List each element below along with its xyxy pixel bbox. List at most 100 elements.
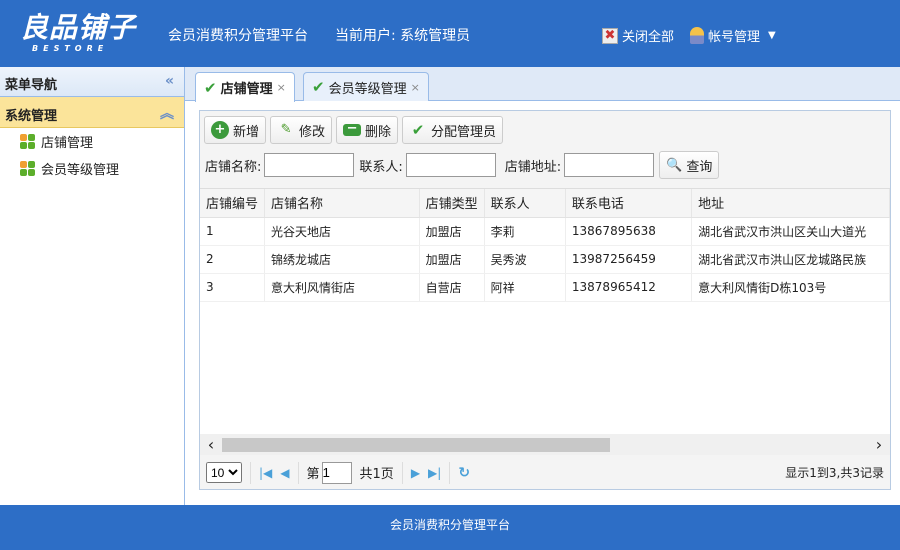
col-phone[interactable]: 联系电话: [565, 189, 693, 218]
table-cell: 3: [200, 273, 266, 302]
close-all-label: 关闭全部: [622, 30, 675, 45]
horizontal-scrollbar[interactable]: ‹ ›: [200, 434, 890, 455]
contact-input[interactable]: [405, 153, 496, 177]
divider: [297, 461, 299, 484]
sidebar-item-store[interactable]: 店铺管理: [0, 128, 184, 155]
table-cell: 13867895638: [565, 217, 693, 246]
close-icon: ✖: [602, 27, 618, 44]
search-icon: 🔍: [666, 157, 683, 173]
logo: 良品铺子: [20, 11, 137, 44]
table-cell: 湖北省武汉市洪山区关山大道光: [691, 217, 890, 246]
module-icon: [20, 161, 35, 176]
header: 良品铺子 BESTORE 会员消费积分管理平台 当前用户: 系统管理员 ✖ 关闭全…: [0, 0, 900, 67]
col-address[interactable]: 地址: [691, 189, 890, 218]
check-icon: ✔: [312, 78, 325, 96]
table-cell: 13878965412: [565, 273, 693, 302]
search-bar: 店铺名称: 联系人: 店铺地址: 🔍 查询: [200, 148, 890, 182]
assign-admin-button[interactable]: ✔ 分配管理员: [402, 116, 504, 144]
module-icon: [20, 134, 35, 149]
delete-button[interactable]: − 删除: [336, 116, 399, 144]
table-cell: 1: [200, 217, 266, 246]
close-all-button[interactable]: ✖ 关闭全部: [602, 26, 674, 45]
divider: [401, 461, 403, 484]
col-name[interactable]: 店铺名称: [264, 189, 420, 218]
query-button[interactable]: 🔍 查询: [659, 151, 720, 179]
table-cell: 锦绣龙城店: [264, 245, 420, 274]
chevron-up-icon[interactable]: ︽: [160, 103, 174, 123]
table-cell: 意大利风情街D栋103号: [691, 273, 890, 302]
tab-store[interactable]: ✔ 店铺管理 ×: [195, 72, 295, 102]
sidebar: 菜单导航 « 系统管理 ︽ 店铺管理 会员等级管理: [0, 67, 185, 505]
store-name-input[interactable]: [264, 153, 355, 177]
table-cell: 13987256459: [565, 245, 693, 274]
table-cell: 光谷天地店: [264, 217, 420, 246]
table-cell: 加盟店: [419, 217, 485, 246]
page-total: 共1页: [359, 467, 394, 482]
contact-label: 联系人:: [359, 159, 403, 175]
table-cell: 阿祥: [484, 273, 566, 302]
sidebar-item-label: 店铺管理: [41, 136, 94, 151]
current-user: 当前用户: 系统管理员: [335, 28, 471, 44]
address-input[interactable]: [564, 153, 655, 177]
sidebar-title: 菜单导航: [5, 78, 58, 93]
store-panel: + 新增 ✎ 修改 − 删除 ✔ 分配管理员 店铺名称: 联系人: 店铺地址: 🔍 查询 …: [199, 110, 891, 490]
account-menu[interactable]: 帐号管理 ▼: [690, 26, 776, 45]
table-cell: 湖北省武汉市洪山区龙城路民族: [691, 245, 890, 274]
app-title: 会员消费积分管理平台: [168, 28, 308, 44]
pencil-icon: ✎: [280, 122, 292, 137]
collapse-icon[interactable]: «: [165, 73, 174, 89]
logo-subtitle: BESTORE: [32, 44, 109, 53]
refresh-icon[interactable]: ↻: [458, 465, 470, 481]
table-header-row: 店铺编号 店铺名称 店铺类型 联系人 联系电话 地址: [200, 189, 890, 218]
col-contact[interactable]: 联系人: [484, 189, 566, 218]
table-row[interactable]: 2 锦绣龙城店 加盟店 吴秀波 13987256459 湖北省武汉市洪山区龙城路民族: [200, 245, 890, 274]
store-table: 店铺编号 店铺名称 店铺类型 联系人 联系电话 地址 1 光谷天地店 加盟店 李莉 13…: [200, 188, 890, 434]
sidebar-item-label: 会员等级管理: [41, 163, 120, 178]
sidebar-item-member-level[interactable]: 会员等级管理: [0, 155, 184, 182]
edit-label: 修改: [299, 124, 326, 140]
last-page-icon[interactable]: ▶|: [428, 466, 441, 480]
footer: 会员消费积分管理平台: [0, 505, 900, 550]
caret-down-icon: ▼: [768, 30, 776, 41]
tab-bar: ✔ 店铺管理 × ✔ 会员等级管理 ×: [185, 67, 900, 102]
user-icon: [690, 27, 704, 44]
tab-label: 店铺管理: [220, 82, 273, 97]
tab-label: 会员等级管理: [328, 81, 407, 97]
table-cell: 2: [200, 245, 266, 274]
scrollbar-thumb[interactable]: [222, 437, 610, 452]
pagination: 10 |◀ ◀ 第 共1页 ▶ ▶| ↻ 显示1到3,共3记录: [200, 456, 890, 489]
footer-text: 会员消费积分管理平台: [389, 518, 510, 532]
check-icon: ✔: [411, 121, 425, 139]
add-button[interactable]: + 新增: [204, 116, 267, 144]
sidebar-section-system[interactable]: 系统管理 ︽: [0, 97, 184, 128]
page-size-select[interactable]: 10: [206, 462, 242, 483]
first-page-icon[interactable]: |◀: [259, 466, 272, 480]
record-info: 显示1到3,共3记录: [785, 466, 884, 480]
divider: [449, 461, 451, 484]
query-label: 查询: [686, 159, 713, 175]
table-cell: 吴秀波: [484, 245, 566, 274]
store-name-label: 店铺名称:: [205, 159, 262, 175]
close-tab-icon[interactable]: ×: [277, 81, 286, 94]
scroll-right-icon[interactable]: ›: [868, 435, 890, 454]
tab-member-level[interactable]: ✔ 会员等级管理 ×: [303, 72, 429, 101]
divider: [250, 461, 251, 484]
col-type[interactable]: 店铺类型: [419, 189, 485, 218]
table-cell: 李莉: [484, 217, 566, 246]
page-prefix: 第: [306, 467, 320, 482]
add-label: 新增: [233, 124, 260, 140]
page-input[interactable]: [321, 461, 352, 484]
edit-button[interactable]: ✎ 修改: [270, 116, 333, 144]
table-row[interactable]: 1 光谷天地店 加盟店 李莉 13867895638 湖北省武汉市洪山区关山大道光: [200, 217, 890, 246]
scroll-left-icon[interactable]: ‹: [200, 435, 222, 454]
prev-page-icon[interactable]: ◀: [280, 466, 289, 480]
minus-icon: −: [343, 122, 362, 136]
close-tab-icon[interactable]: ×: [411, 81, 420, 94]
next-page-icon[interactable]: ▶: [411, 466, 420, 480]
table-cell: 意大利风情街店: [264, 273, 420, 302]
col-id[interactable]: 店铺编号: [200, 189, 266, 218]
assign-label: 分配管理员: [431, 124, 497, 140]
table-cell: 自营店: [419, 273, 485, 302]
plus-icon: +: [211, 121, 229, 139]
table-row[interactable]: 3 意大利风情街店 自营店 阿祥 13878965412 意大利风情街D栋103号: [200, 273, 890, 302]
